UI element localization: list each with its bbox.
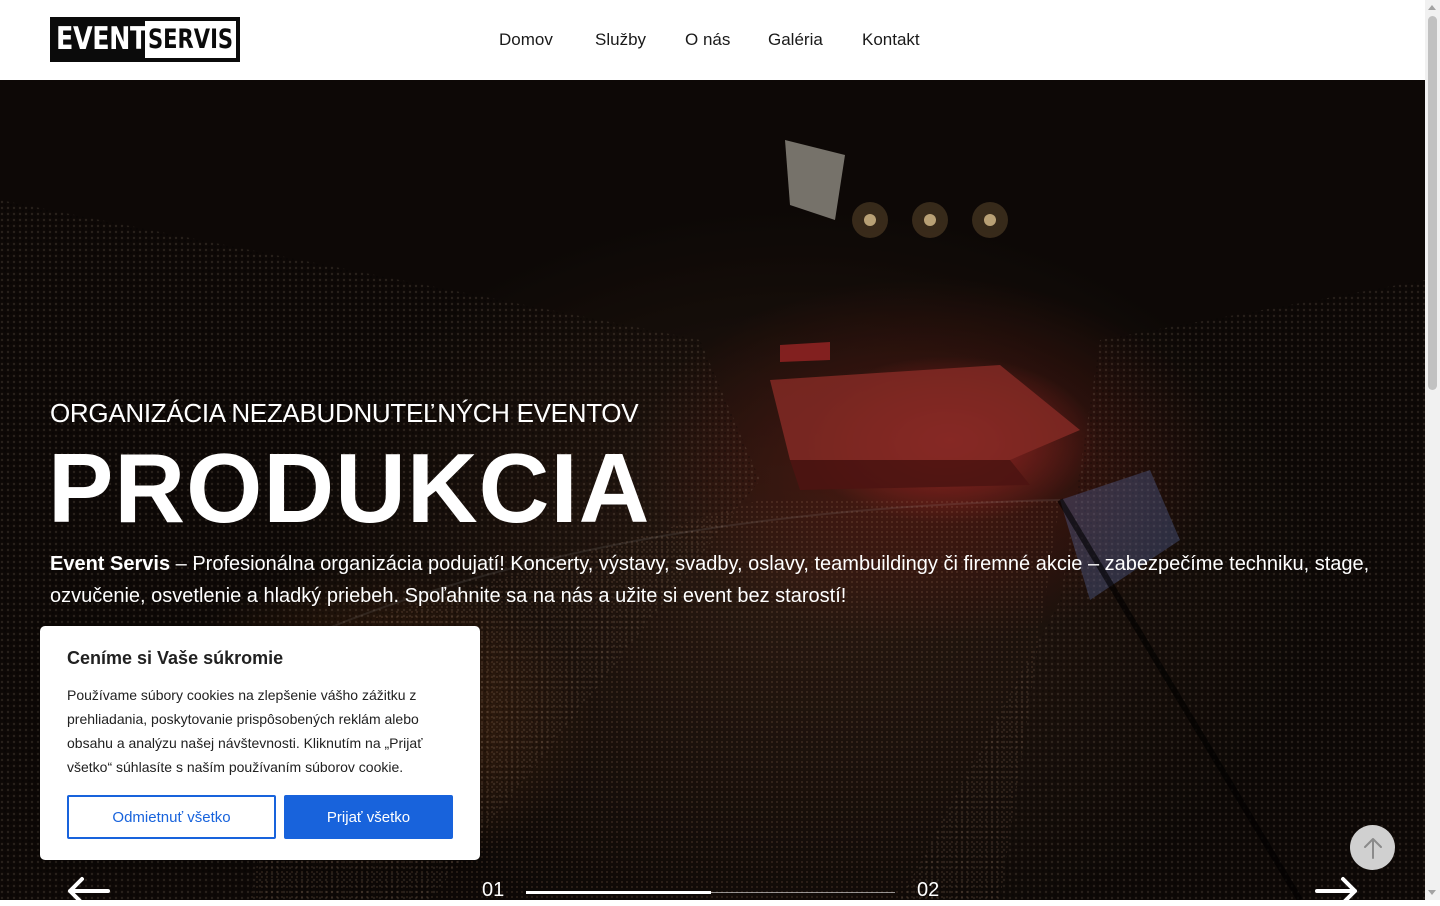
hero-description: Event Servis – Profesionálna organizácia… [50, 548, 1425, 612]
slide-current-number: 01 [482, 879, 505, 901]
slide-progress-track [526, 891, 895, 894]
cookie-title: Ceníme si Vaše súkromie [67, 648, 284, 668]
hero-description-brand: Event Servis [50, 553, 171, 575]
nav-item-kontakt[interactable]: Kontakt [862, 28, 920, 52]
slide-progress-fill [526, 891, 711, 894]
nav-item-sluzby[interactable]: Služby [595, 28, 646, 52]
page-scrollbar[interactable] [1425, 0, 1440, 900]
logo-text-event: EVENT [56, 21, 147, 57]
hero-description-text: – Profesionálna organizácia podujatí! Ko… [50, 553, 1370, 607]
logo[interactable]: EVENT SERVIS [50, 17, 240, 62]
logo-text-servis: SERVIS [147, 24, 234, 55]
scroll-to-top-button[interactable] [1350, 825, 1395, 870]
scrollbar-up-icon[interactable] [1428, 5, 1436, 10]
accept-all-button[interactable]: Prijať všetko [284, 795, 453, 839]
scrollbar-thumb[interactable] [1428, 16, 1437, 390]
scrollbar-down-icon[interactable] [1428, 890, 1436, 895]
slide-next-number: 02 [917, 879, 940, 901]
arrow-left-icon[interactable] [66, 876, 110, 906]
hero-title: PRODUKCIA [48, 433, 651, 543]
logo-servis-box: SERVIS [145, 21, 236, 58]
nav-item-galeria[interactable]: Galéria [768, 28, 823, 52]
nav-item-domov[interactable]: Domov [499, 28, 553, 52]
nav-item-o-nas[interactable]: O nás [685, 28, 730, 52]
hero-subtitle: ORGANIZÁCIA NEZABUDNUTEĽNÝCH EVENTOV [50, 398, 639, 428]
cookie-consent-dialog: Ceníme si Vaše súkromie Používame súbory… [40, 626, 480, 860]
cookie-text: Používame súbory cookies na zlepšenie vá… [67, 687, 423, 775]
reject-all-button[interactable]: Odmietnuť všetko [67, 795, 276, 839]
site-header: EVENT SERVIS Domov Služby O nás Galéria … [0, 0, 1425, 80]
arrow-right-icon[interactable] [1315, 876, 1359, 906]
arrow-up-icon [1363, 837, 1382, 859]
